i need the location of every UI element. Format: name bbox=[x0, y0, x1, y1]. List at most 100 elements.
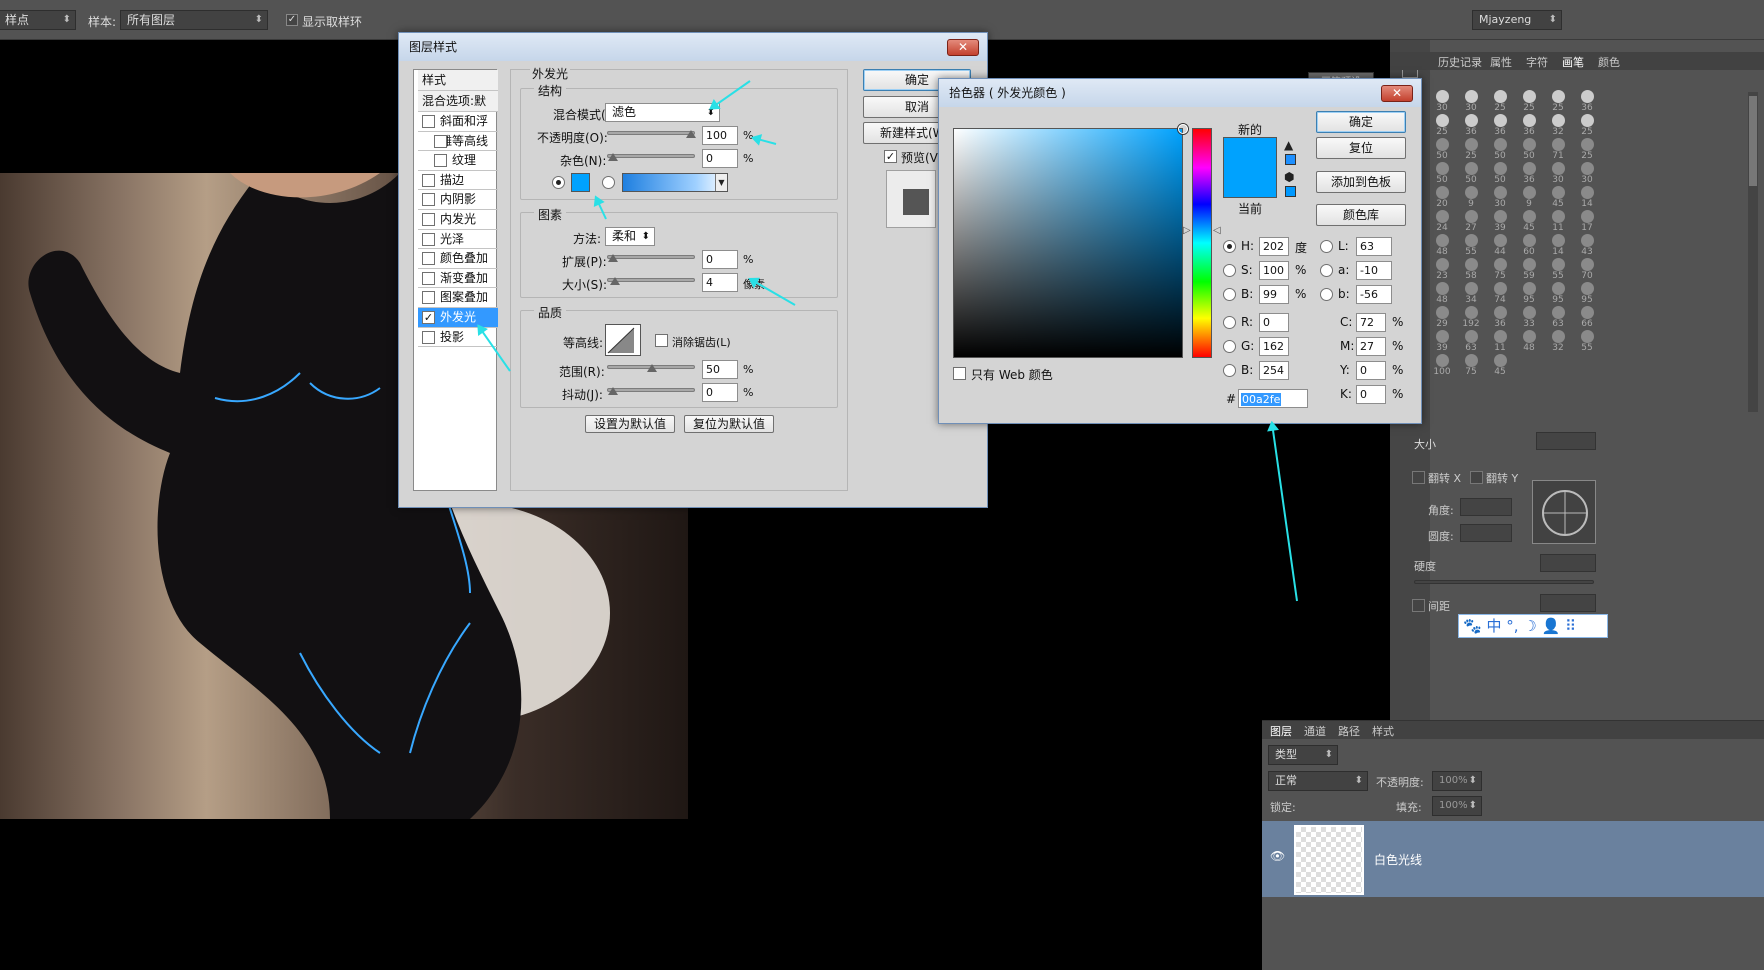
brush-tip[interactable]: 58 bbox=[1457, 258, 1485, 284]
brush-tip[interactable]: 100 bbox=[1428, 354, 1456, 380]
brush-tip[interactable]: 44 bbox=[1486, 234, 1514, 260]
color-component-field[interactable]: -56 bbox=[1356, 285, 1392, 304]
color-libraries-button[interactable]: 颜色库 bbox=[1316, 204, 1406, 226]
range-slider[interactable] bbox=[607, 364, 695, 372]
brush-tip[interactable]: 48 bbox=[1428, 234, 1456, 260]
chevron-down-icon[interactable]: ▼ bbox=[715, 174, 727, 191]
brush-tip[interactable]: 32 bbox=[1544, 330, 1572, 356]
workspace-select[interactable]: Mjayzeng bbox=[1472, 10, 1562, 30]
contour-picker[interactable] bbox=[605, 324, 641, 356]
style-list-item[interactable]: 内发光 bbox=[418, 210, 498, 230]
layer-blend-select[interactable]: 正常 bbox=[1268, 771, 1368, 791]
brush-tip[interactable]: 55 bbox=[1457, 234, 1485, 260]
tab-color[interactable]: 颜色 bbox=[1598, 54, 1620, 70]
brush-tip[interactable]: 24 bbox=[1428, 210, 1456, 236]
spread-slider-thumb[interactable] bbox=[608, 254, 618, 262]
layer-thumbnail[interactable] bbox=[1294, 825, 1364, 895]
brush-tip[interactable]: 29 bbox=[1428, 306, 1456, 332]
brush-tip[interactable]: 45 bbox=[1486, 354, 1514, 380]
style-list-item[interactable]: 等高线 bbox=[418, 132, 498, 152]
jitter-slider[interactable] bbox=[607, 387, 695, 395]
color-component-field[interactable]: 63 bbox=[1356, 237, 1392, 256]
brush-tip[interactable]: 14 bbox=[1544, 234, 1572, 260]
layer-name[interactable]: 白色光线 bbox=[1374, 851, 1422, 868]
style-list-item[interactable]: 斜面和浮雕 bbox=[418, 112, 498, 148]
brush-tip[interactable]: 75 bbox=[1486, 258, 1514, 284]
brush-tip[interactable]: 45 bbox=[1515, 210, 1543, 236]
tab-history[interactable]: 历史记录 bbox=[1438, 54, 1482, 70]
color-picker-close-button[interactable]: ✕ bbox=[1381, 85, 1413, 102]
brush-tip[interactable]: 50 bbox=[1457, 162, 1485, 188]
hardness-field[interactable] bbox=[1540, 554, 1596, 572]
ime-moon-icon[interactable]: ☽ bbox=[1523, 617, 1536, 635]
color-mode-radio[interactable] bbox=[1223, 288, 1236, 301]
brush-tip[interactable]: 55 bbox=[1544, 258, 1572, 284]
web-safe-color-swatch[interactable] bbox=[1285, 186, 1296, 197]
blend-mode-select[interactable]: 滤色 bbox=[605, 103, 720, 122]
spacing-checkbox[interactable] bbox=[1412, 599, 1425, 612]
noise-field[interactable]: 0 bbox=[702, 149, 738, 168]
ime-punct[interactable]: °, bbox=[1506, 617, 1518, 635]
opacity-slider[interactable] bbox=[607, 130, 696, 138]
spread-slider[interactable] bbox=[607, 254, 695, 262]
brush-tip[interactable]: 43 bbox=[1573, 234, 1601, 260]
tab-styles[interactable]: 样式 bbox=[1372, 723, 1394, 739]
style-list-item[interactable]: 描边 bbox=[418, 171, 498, 191]
ime-toolbar[interactable]: 🐾 中 °, ☽ 👤 ⠿ bbox=[1458, 614, 1608, 638]
brush-tip[interactable]: 36 bbox=[1515, 114, 1543, 140]
brush-tip[interactable]: 36 bbox=[1486, 306, 1514, 332]
color-component-field[interactable]: 72 bbox=[1356, 313, 1386, 332]
angle-field[interactable] bbox=[1460, 498, 1512, 516]
range-slider-thumb[interactable] bbox=[647, 364, 657, 372]
brush-tip[interactable]: 11 bbox=[1486, 330, 1514, 356]
noise-slider-thumb[interactable] bbox=[608, 153, 618, 161]
brush-tip[interactable]: 25 bbox=[1544, 90, 1572, 116]
color-component-field[interactable]: 0 bbox=[1259, 313, 1289, 332]
color-component-field[interactable]: 27 bbox=[1356, 337, 1386, 356]
color-component-field[interactable]: -10 bbox=[1356, 261, 1392, 280]
style-list-item[interactable]: ✓ 外发光 bbox=[418, 308, 498, 328]
tab-layers[interactable]: 图层 bbox=[1270, 723, 1292, 739]
antialias-checkbox[interactable] bbox=[655, 334, 668, 347]
add-to-swatches-button[interactable]: 添加到色板 bbox=[1316, 171, 1406, 193]
set-default-button[interactable]: 设置为默认值 bbox=[585, 415, 675, 433]
flip-x-checkbox[interactable] bbox=[1412, 471, 1425, 484]
hex-value[interactable]: 00a2fe bbox=[1241, 393, 1282, 406]
style-checkbox[interactable] bbox=[422, 291, 435, 305]
solid-color-radio[interactable] bbox=[552, 176, 565, 189]
hex-field[interactable]: 00a2fe bbox=[1238, 389, 1308, 408]
color-mode-radio[interactable] bbox=[1223, 364, 1236, 377]
brush-tip[interactable]: 30 bbox=[1544, 162, 1572, 188]
hue-slider[interactable] bbox=[1192, 128, 1212, 358]
style-list-item[interactable]: 纹理 bbox=[418, 151, 498, 171]
brush-tip[interactable]: 50 bbox=[1515, 138, 1543, 164]
range-field[interactable]: 50 bbox=[702, 360, 738, 379]
size-slider[interactable] bbox=[607, 277, 695, 285]
brush-tip[interactable]: 25 bbox=[1515, 90, 1543, 116]
style-list-item[interactable]: 光泽 bbox=[418, 230, 498, 250]
brush-tip[interactable]: 71 bbox=[1544, 138, 1572, 164]
brush-tip[interactable]: 70 bbox=[1573, 258, 1601, 284]
color-mode-radio[interactable] bbox=[1320, 288, 1333, 301]
brush-tip[interactable]: 30 bbox=[1428, 90, 1456, 116]
brush-tip[interactable]: 20 bbox=[1428, 186, 1456, 212]
opacity-slider-thumb[interactable] bbox=[686, 130, 696, 138]
flip-y-checkbox[interactable] bbox=[1470, 471, 1483, 484]
layer-opacity-field[interactable]: 100% bbox=[1432, 771, 1482, 791]
brush-tip[interactable]: 50 bbox=[1428, 162, 1456, 188]
style-checkbox[interactable] bbox=[422, 330, 435, 344]
out-of-gamut-warning-icon[interactable]: ▲ bbox=[1284, 138, 1293, 152]
reset-default-button[interactable]: 复位为默认值 bbox=[684, 415, 774, 433]
brush-tip[interactable]: 192 bbox=[1457, 306, 1485, 332]
brush-tip[interactable]: 25 bbox=[1573, 138, 1601, 164]
brush-tip[interactable]: 25 bbox=[1486, 90, 1514, 116]
brush-tip[interactable]: 36 bbox=[1457, 114, 1485, 140]
color-component-field[interactable]: 0 bbox=[1356, 385, 1386, 404]
style-checkbox[interactable] bbox=[422, 213, 435, 226]
brush-tip[interactable]: 30 bbox=[1457, 90, 1485, 116]
method-select[interactable]: 柔和 bbox=[605, 227, 655, 246]
show-ring-checkbox[interactable]: ✓ bbox=[286, 14, 298, 26]
brush-tip[interactable]: 30 bbox=[1573, 162, 1601, 188]
style-checkbox[interactable] bbox=[422, 193, 435, 207]
web-colors-only-checkbox[interactable] bbox=[953, 367, 966, 380]
